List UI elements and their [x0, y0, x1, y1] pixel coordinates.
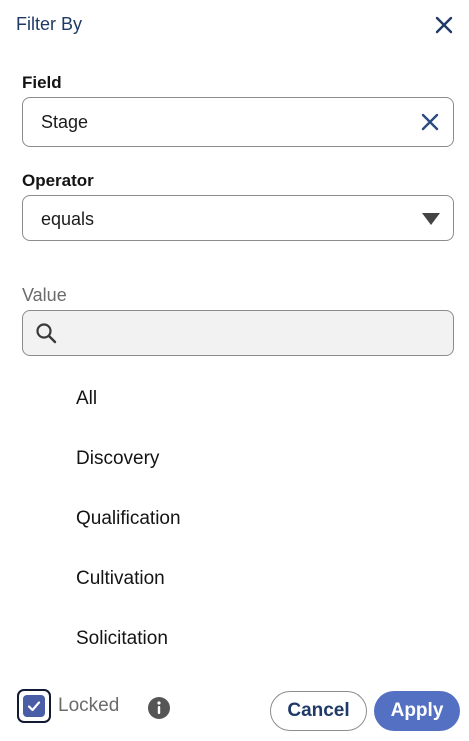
info-icon	[148, 697, 170, 719]
checkbox-fill	[23, 695, 45, 717]
cancel-button[interactable]: Cancel	[270, 691, 367, 731]
clear-icon	[421, 113, 439, 131]
operator-select[interactable]: equals	[22, 195, 454, 241]
field-label: Field	[22, 73, 62, 92]
option-discovery[interactable]: Discovery	[76, 448, 159, 470]
value-search-box[interactable]	[22, 310, 454, 356]
dialog-header: Filter By	[16, 12, 461, 40]
field-value: Stage	[41, 112, 89, 132]
option-solicitation[interactable]: Solicitation	[76, 628, 168, 650]
search-icon	[36, 323, 57, 344]
operator-dropdown-toggle[interactable]	[421, 212, 441, 226]
close-icon	[435, 16, 453, 34]
operator-value: equals	[41, 209, 95, 229]
value-search-input[interactable]	[67, 319, 437, 347]
value-label: Value	[22, 285, 67, 305]
dialog-title: Filter By	[16, 14, 83, 34]
clear-field-button[interactable]	[419, 111, 441, 133]
option-all[interactable]: All	[76, 388, 97, 410]
apply-button[interactable]: Apply	[374, 691, 460, 731]
info-button[interactable]	[147, 696, 171, 720]
close-button[interactable]	[431, 12, 457, 38]
locked-checkbox[interactable]	[17, 689, 51, 723]
chevron-down-icon	[422, 213, 440, 225]
option-qualification[interactable]: Qualification	[76, 508, 181, 530]
field-select[interactable]: Stage	[22, 97, 454, 147]
locked-label: Locked	[58, 695, 120, 716]
check-icon	[27, 701, 41, 712]
operator-label: Operator	[22, 171, 94, 190]
option-cultivation[interactable]: Cultivation	[76, 568, 165, 590]
